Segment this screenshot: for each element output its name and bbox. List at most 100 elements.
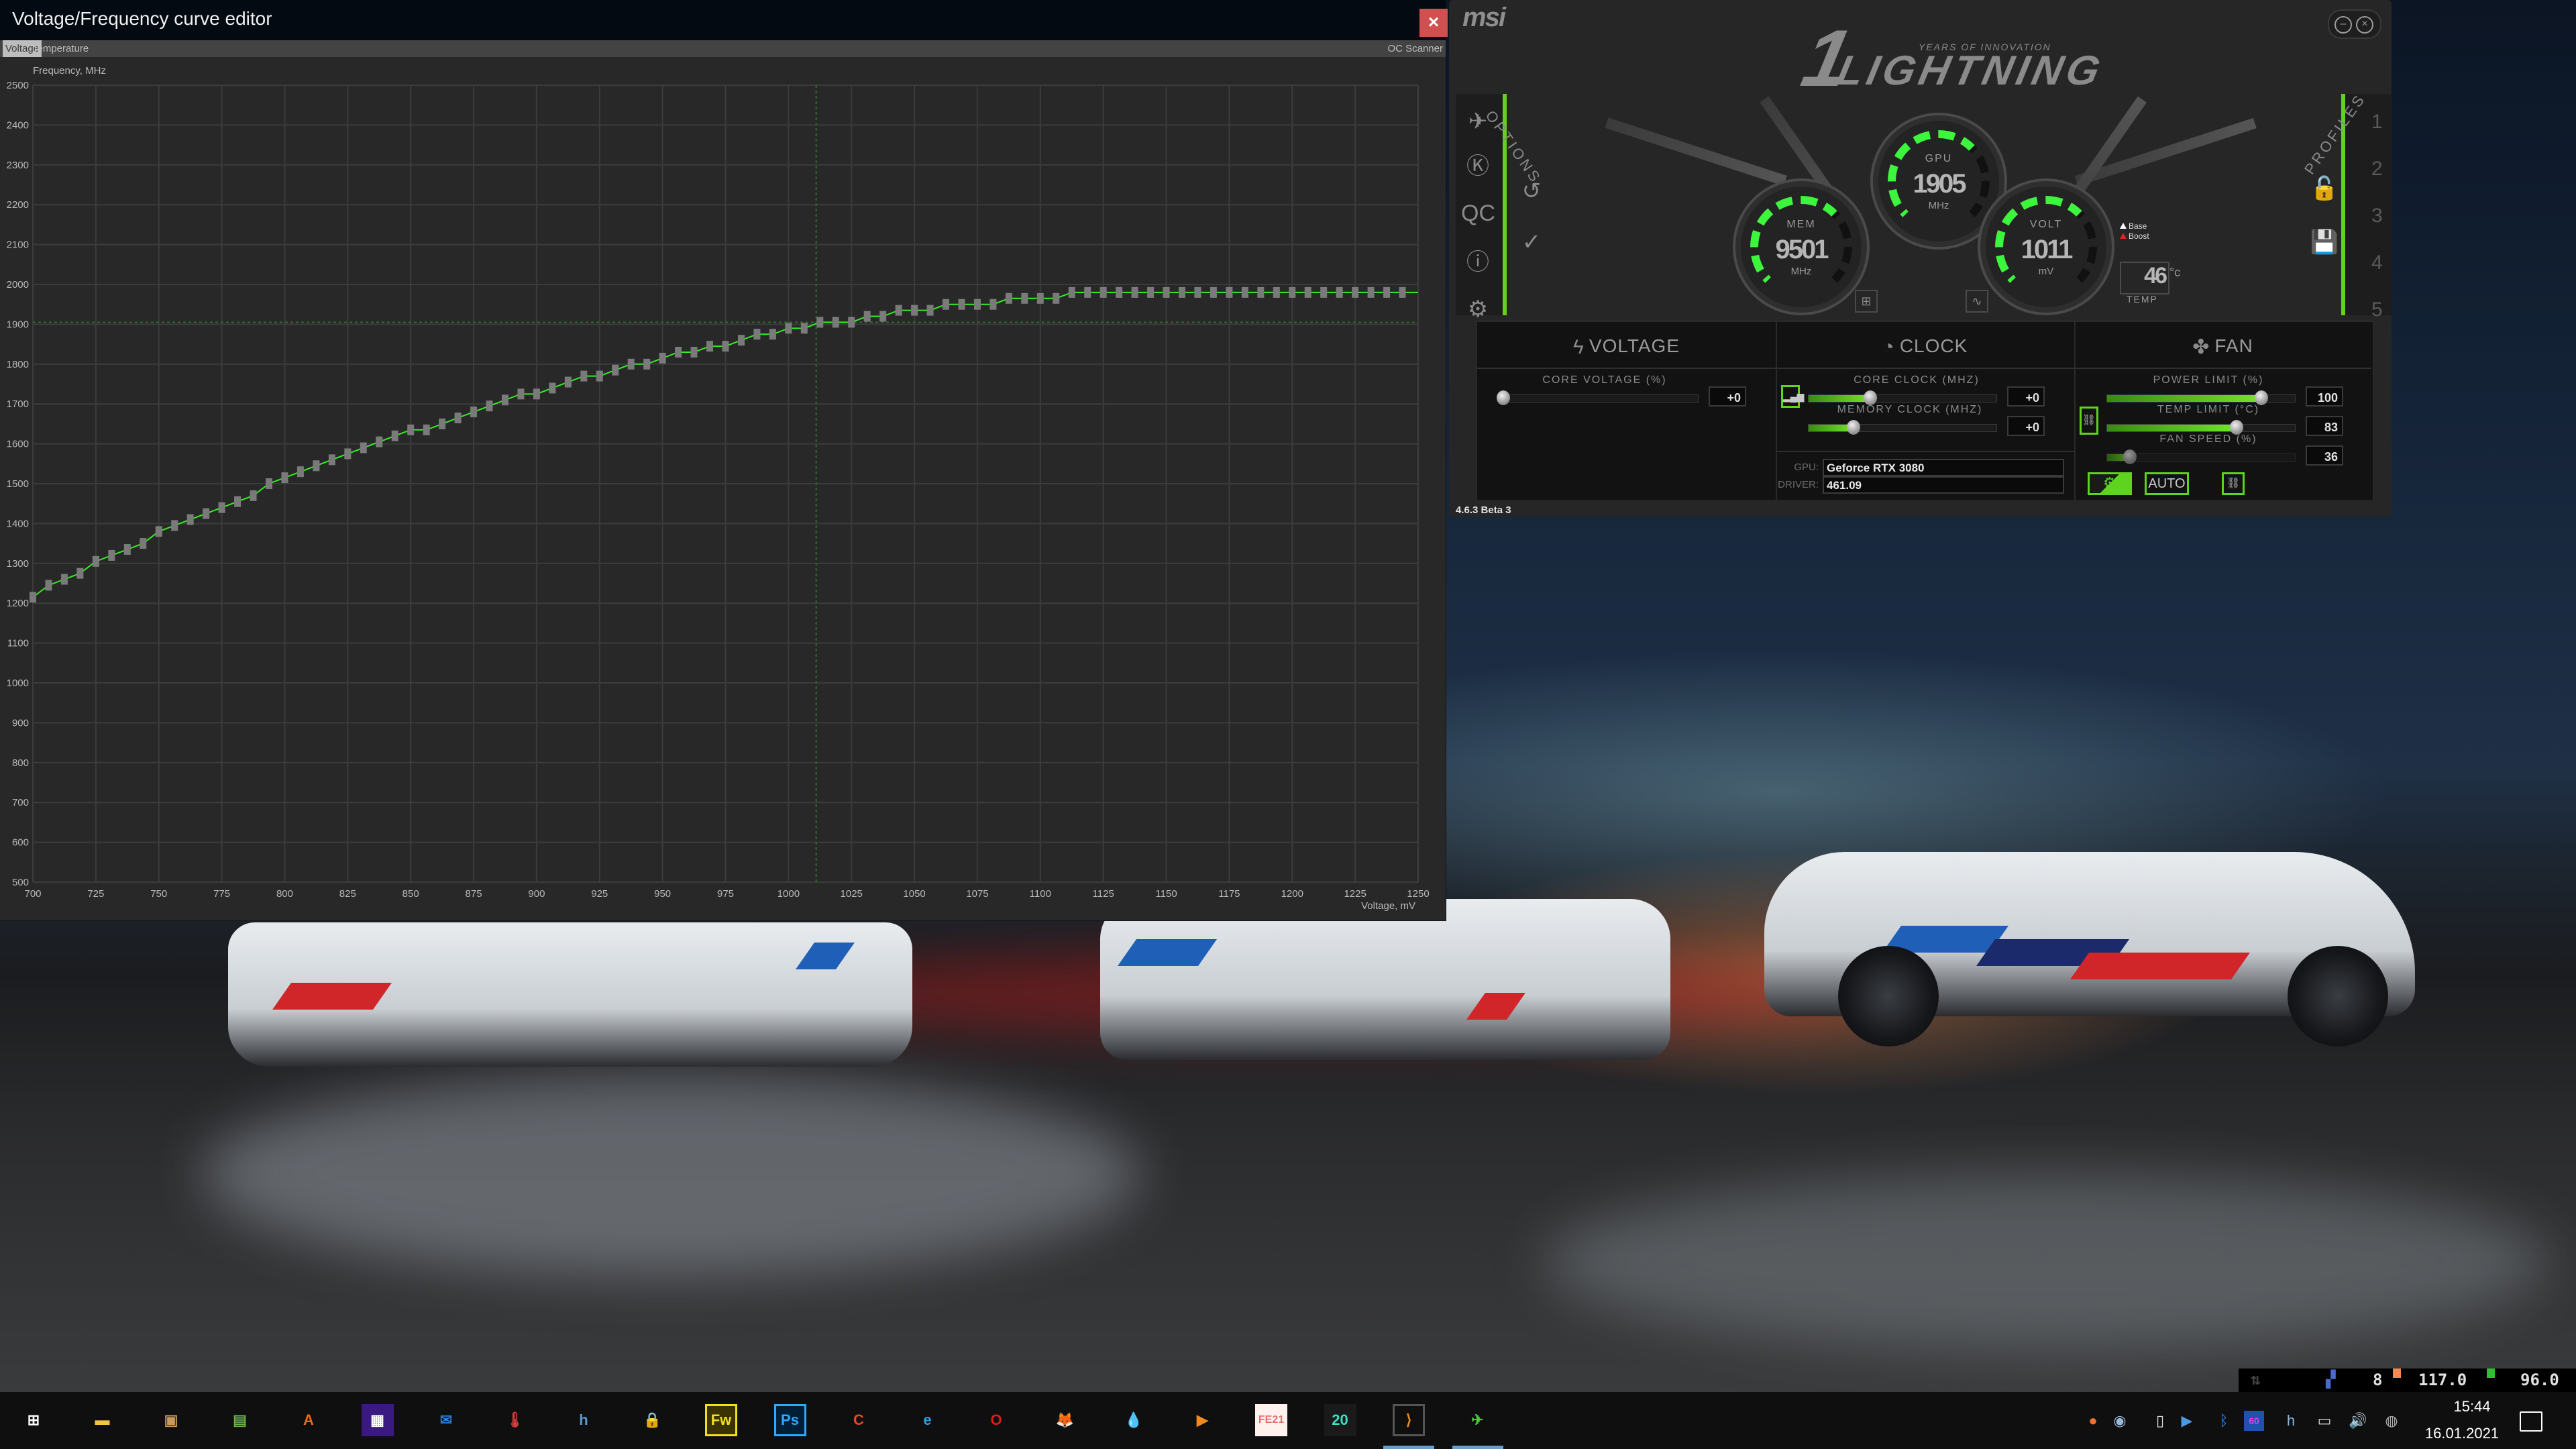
network-tray-icon[interactable]: ▭ bbox=[2314, 1411, 2334, 1431]
curve-point[interactable] bbox=[344, 448, 352, 460]
slider-thumb[interactable] bbox=[1847, 420, 1861, 435]
curve-point[interactable] bbox=[376, 436, 383, 447]
taskbar-photo-app[interactable]: ▣ bbox=[155, 1404, 187, 1436]
fan-speed-value[interactable]: 36 bbox=[2306, 445, 2343, 466]
slider-thumb[interactable] bbox=[2230, 420, 2244, 435]
slider-thumb[interactable] bbox=[2123, 449, 2137, 464]
profile-1-button[interactable]: 1 bbox=[2371, 111, 2383, 133]
title-bar[interactable]: Voltage/Frequency curve editor × bbox=[0, 0, 1448, 40]
curve-point[interactable] bbox=[1289, 286, 1296, 298]
curve-point[interactable] bbox=[911, 305, 918, 316]
curve-point[interactable] bbox=[722, 341, 729, 352]
curve-point[interactable] bbox=[454, 412, 462, 423]
taskbar-fireworks[interactable]: Fw bbox=[705, 1404, 737, 1436]
curve-point[interactable] bbox=[800, 323, 808, 334]
curve-point[interactable] bbox=[423, 424, 430, 435]
power-limit-value[interactable]: 100 bbox=[2306, 386, 2343, 407]
taskbar-rainmeter[interactable]: 💧 bbox=[1118, 1404, 1150, 1436]
slider-thumb[interactable] bbox=[2254, 390, 2268, 405]
core-clock-slider[interactable] bbox=[1808, 390, 1997, 405]
curve-point[interactable] bbox=[60, 574, 68, 585]
profile-3-button[interactable]: 3 bbox=[2371, 205, 2383, 227]
taskbar-media-player[interactable]: ▶ bbox=[1187, 1404, 1219, 1436]
power-limit-slider[interactable] bbox=[2106, 390, 2296, 405]
hwinfo-tray-icon[interactable]: h bbox=[2281, 1411, 2301, 1431]
curve-point[interactable] bbox=[1036, 292, 1044, 304]
curve-point[interactable] bbox=[973, 299, 981, 310]
curve-point[interactable] bbox=[108, 549, 115, 561]
curve-point[interactable] bbox=[785, 323, 792, 334]
steam-tray-icon[interactable]: ◉ bbox=[2110, 1411, 2130, 1431]
curve-point[interactable] bbox=[753, 329, 761, 340]
curve-point[interactable] bbox=[580, 370, 588, 382]
taskbar-cpu-z[interactable]: ▦ bbox=[361, 1404, 394, 1436]
curve-point[interactable] bbox=[155, 526, 162, 537]
origin-tray-icon[interactable]: ● bbox=[2083, 1411, 2103, 1431]
oc-scanner-button[interactable]: QC bbox=[1461, 198, 1495, 229]
curve-point[interactable] bbox=[1320, 286, 1328, 298]
clock-time[interactable]: 15:44 bbox=[2435, 1398, 2509, 1415]
memory-clock-value[interactable]: +0 bbox=[2007, 416, 2045, 436]
kombustor-button[interactable]: ✈ bbox=[1462, 106, 1493, 137]
curve-point[interactable] bbox=[1131, 286, 1138, 298]
link-limits-button[interactable]: ⛓ bbox=[2080, 407, 2098, 435]
taskbar-msi-afterburner[interactable]: ✈ bbox=[1462, 1404, 1494, 1436]
clock-date[interactable]: 16.01.2021 bbox=[2412, 1425, 2512, 1442]
curve-point[interactable] bbox=[140, 538, 147, 549]
taskbar-hwinfo[interactable]: h bbox=[568, 1404, 600, 1436]
curve-point[interactable] bbox=[486, 400, 493, 412]
curve-point[interactable] bbox=[596, 370, 603, 382]
curve-point[interactable] bbox=[816, 317, 824, 328]
curve-point[interactable] bbox=[1226, 286, 1233, 298]
curve-point[interactable] bbox=[1194, 286, 1201, 298]
curve-point[interactable] bbox=[943, 299, 950, 310]
curve-point[interactable] bbox=[1116, 286, 1123, 298]
taskbar-edge[interactable]: e bbox=[912, 1404, 944, 1436]
curve-point[interactable] bbox=[533, 388, 540, 400]
curve-point[interactable] bbox=[769, 329, 776, 340]
taskbar-photoshop[interactable]: Ps bbox=[773, 1404, 806, 1436]
curve-point[interactable] bbox=[186, 514, 194, 525]
curve-point[interactable] bbox=[1383, 286, 1391, 298]
taskbar-gpu-z[interactable]: ▤ bbox=[224, 1404, 256, 1436]
profile-lock-button[interactable]: 🔓 bbox=[2309, 173, 2340, 204]
oc-scanner-button[interactable]: OC Scanner bbox=[1387, 40, 1443, 57]
curve-point[interactable] bbox=[297, 466, 304, 478]
curve-editor-button[interactable]: ▂▄▆ bbox=[1781, 385, 1804, 408]
curve-point[interactable] bbox=[1336, 286, 1343, 298]
apply-button[interactable]: ✓ bbox=[1516, 227, 1547, 258]
tab-temperature[interactable]: Temperature bbox=[30, 40, 91, 57]
curve-point[interactable] bbox=[45, 580, 52, 591]
curve-point[interactable] bbox=[501, 394, 508, 406]
curve-point[interactable] bbox=[1179, 286, 1186, 298]
curve-point[interactable] bbox=[643, 358, 651, 370]
taskbar-ccleaner[interactable]: C bbox=[843, 1404, 875, 1436]
curve-point[interactable] bbox=[1005, 292, 1012, 304]
fan-auto-button[interactable]: AUTO bbox=[2145, 472, 2189, 495]
taskbar-hwmonitor[interactable]: 🌡 bbox=[499, 1404, 531, 1436]
curve-point[interactable] bbox=[439, 418, 446, 429]
curve-point[interactable] bbox=[391, 430, 398, 441]
profile-5-button[interactable]: 5 bbox=[2371, 299, 2383, 321]
profile-4-button[interactable]: 4 bbox=[2371, 252, 2383, 274]
memory-clock-slider[interactable] bbox=[1808, 420, 1997, 435]
network-share-tray-icon[interactable]: ▶ bbox=[2177, 1411, 2197, 1431]
fan-speed-slider[interactable] bbox=[2106, 449, 2296, 464]
close-button[interactable]: × bbox=[2356, 16, 2373, 34]
curve-point[interactable] bbox=[30, 592, 36, 603]
fan-curve-button[interactable]: ⚙ bbox=[2088, 472, 2132, 495]
curve-point[interactable] bbox=[1304, 286, 1311, 298]
curve-point[interactable] bbox=[171, 520, 178, 531]
taskbar-fe21[interactable]: FE21 bbox=[1255, 1404, 1287, 1436]
temp-limit-value[interactable]: 83 bbox=[2306, 416, 2343, 436]
minimize-button[interactable]: – bbox=[2334, 16, 2352, 34]
curve-point[interactable] bbox=[123, 544, 131, 555]
curve-point[interactable] bbox=[1099, 286, 1107, 298]
taskbar-opera[interactable]: O bbox=[980, 1404, 1012, 1436]
profile-2-button[interactable]: 2 bbox=[2371, 158, 2383, 180]
curve-point[interactable] bbox=[737, 335, 745, 346]
curve-point[interactable] bbox=[895, 305, 902, 316]
k-boost-button[interactable]: Ⓚ bbox=[1462, 151, 1493, 182]
taskbar-live-editor[interactable]: 20 bbox=[1324, 1404, 1356, 1436]
info-button[interactable]: ⓘ bbox=[1462, 247, 1493, 278]
